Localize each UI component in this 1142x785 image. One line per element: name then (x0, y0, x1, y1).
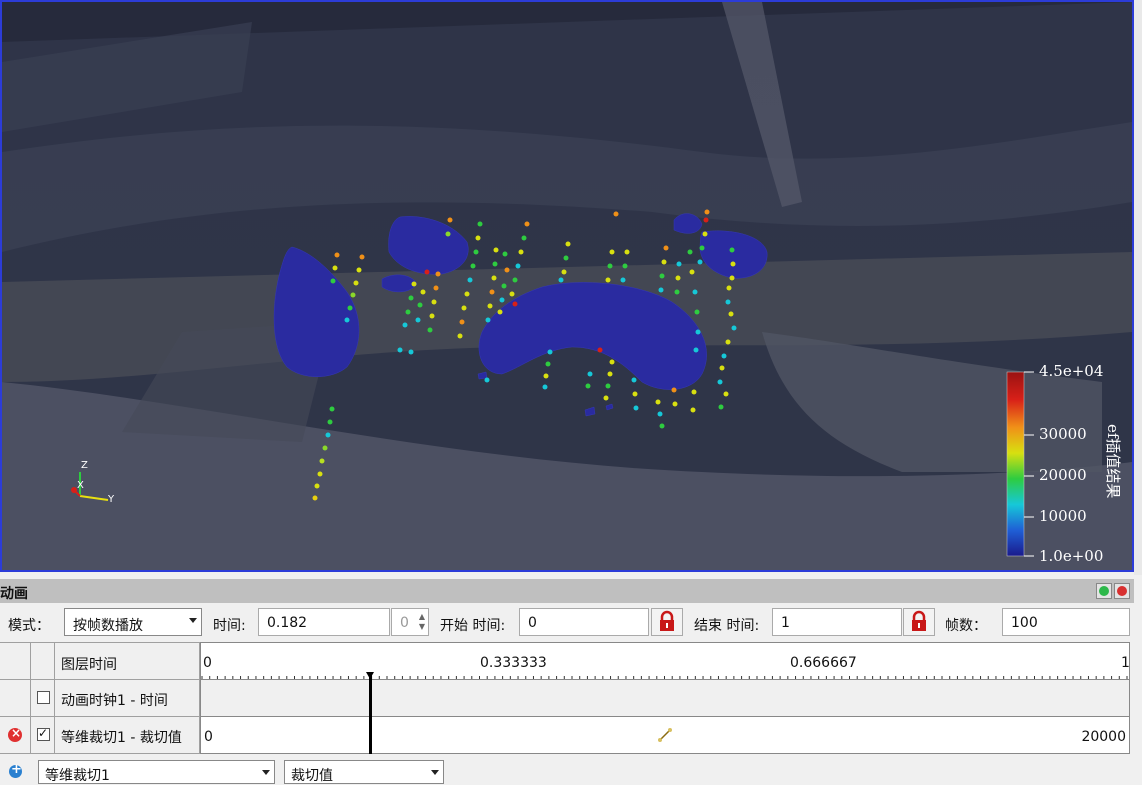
start-time-value: 0 (528, 615, 537, 631)
mode-label: 模式： (8, 618, 50, 634)
colorbar-label-20000: 20000 (1039, 466, 1087, 484)
ruler-label-0: 0 (203, 655, 212, 671)
track-label: 动画时钟1 - 时间 (61, 693, 168, 709)
close-panel-button[interactable] (1114, 583, 1130, 599)
mode-select[interactable]: 按帧数播放 (64, 608, 202, 636)
time-spinbox[interactable]: 0 ▲ ▼ (391, 608, 429, 636)
start-time-label: 开始 时间: (440, 618, 506, 634)
source-value: 等维裁切1 (45, 768, 110, 784)
frames-label: 帧数： (945, 618, 987, 634)
time-label: 时间: (213, 618, 246, 634)
header-icon-col (0, 642, 31, 680)
remove-track-button[interactable]: × (8, 726, 22, 742)
colorbar-max-label: 4.5e+04 (1039, 362, 1104, 380)
chevron-down-icon (431, 770, 439, 775)
end-time-label: 结束 时间: (694, 618, 760, 634)
animation-panel-header: 动画 (0, 579, 1134, 603)
source-select[interactable]: 等维裁切1 (38, 760, 275, 784)
animation-controls: 模式： 按帧数播放 时间: 0.182 0 ▲ ▼ 开始 时间: 0 结束 时间:… (0, 604, 1134, 642)
time-value: 0.182 (267, 615, 308, 631)
float-icon (1099, 586, 1109, 596)
mode-value: 按帧数播放 (73, 618, 143, 634)
start-time-lock-button[interactable] (651, 608, 683, 636)
keyframe-start-value: 0 (204, 729, 213, 745)
checkmark-icon: ✓ (38, 726, 49, 740)
track-label: 等维裁切1 - 裁切值 (61, 730, 182, 746)
ruler-label-1: 1 (1121, 655, 1130, 671)
track-row-2-icon: × (0, 717, 31, 754)
track-row-2-check: ✓ (31, 717, 55, 754)
viewport-splitter[interactable] (1134, 0, 1142, 575)
end-time-field[interactable]: 1 (772, 608, 902, 636)
time-ruler-ticks (201, 676, 1128, 679)
start-time-field[interactable]: 0 (519, 608, 649, 636)
colorbar-title: ef插值结果 (1104, 424, 1122, 499)
time-field[interactable]: 0.182 (258, 608, 390, 636)
property-value: 裁切值 (291, 768, 333, 784)
frames-field[interactable]: 100 (1002, 608, 1130, 636)
colorbar-ramp (1006, 371, 1025, 557)
track-enable-checkbox[interactable]: ✓ (37, 726, 50, 741)
property-select[interactable]: 裁切值 (284, 760, 444, 784)
panel-title: 动画 (0, 586, 28, 602)
axis-label-x: X (77, 480, 84, 491)
animation-track-table: 图层时间 0 0.333333 0.666667 1 动画时钟1 - 时间 × … (0, 642, 1134, 754)
lock-icon (912, 610, 926, 631)
ruler-label-0.333333: 0.333333 (480, 655, 547, 671)
cursor-handle-icon (365, 672, 374, 679)
interpolation-icon[interactable] (657, 727, 673, 743)
axis-label-y: Y (108, 494, 115, 505)
track-enable-checkbox[interactable] (37, 691, 50, 704)
header-check-col (31, 642, 55, 680)
chevron-down-icon (189, 618, 197, 623)
scene-canvas (2, 2, 1132, 570)
frames-value: 100 (1011, 615, 1038, 631)
colorbar-label-10000: 10000 (1039, 507, 1087, 525)
add-track-button[interactable]: + (9, 762, 22, 778)
track-row-2-name: 等维裁切1 - 裁切值 (55, 717, 200, 754)
track-row-1-icon (0, 680, 31, 717)
float-panel-button[interactable] (1096, 583, 1112, 599)
ruler-label-0.666667: 0.666667 (790, 655, 857, 671)
close-icon (1117, 586, 1127, 596)
track-timeline[interactable] (200, 680, 1130, 717)
time-ruler[interactable]: 0 0.333333 0.666667 1 (200, 642, 1130, 680)
keyframe-end-value: 20000 (1081, 729, 1126, 745)
lock-icon (660, 610, 674, 631)
chevron-down-icon (262, 770, 270, 775)
close-icon: × (11, 726, 22, 740)
render-viewport[interactable]: Z X Y 4.5e+04 30000 20000 10000 1.0e+00 … (0, 0, 1134, 572)
spin-arrows-icon: ▲ ▼ (418, 612, 425, 631)
axis-label-z: Z (81, 460, 88, 471)
end-time-lock-button[interactable] (903, 608, 935, 636)
plus-icon: + (11, 762, 22, 777)
colorbar-min-label: 1.0e+00 (1039, 547, 1104, 565)
header-name-col: 图层时间 (55, 642, 200, 680)
track-row-1-check (31, 680, 55, 717)
layer-time-label: 图层时间 (61, 657, 117, 673)
track-row-1-name: 动画时钟1 - 时间 (55, 680, 200, 717)
current-time-cursor[interactable] (365, 672, 374, 754)
time-spin-value: 0 (400, 615, 409, 631)
add-track-row: + 等维裁切1 裁切值 (0, 756, 1134, 785)
end-time-value: 1 (781, 615, 790, 631)
colorbar-label-30000: 30000 (1039, 425, 1087, 443)
track-timeline[interactable]: 0 20000 (200, 717, 1130, 754)
